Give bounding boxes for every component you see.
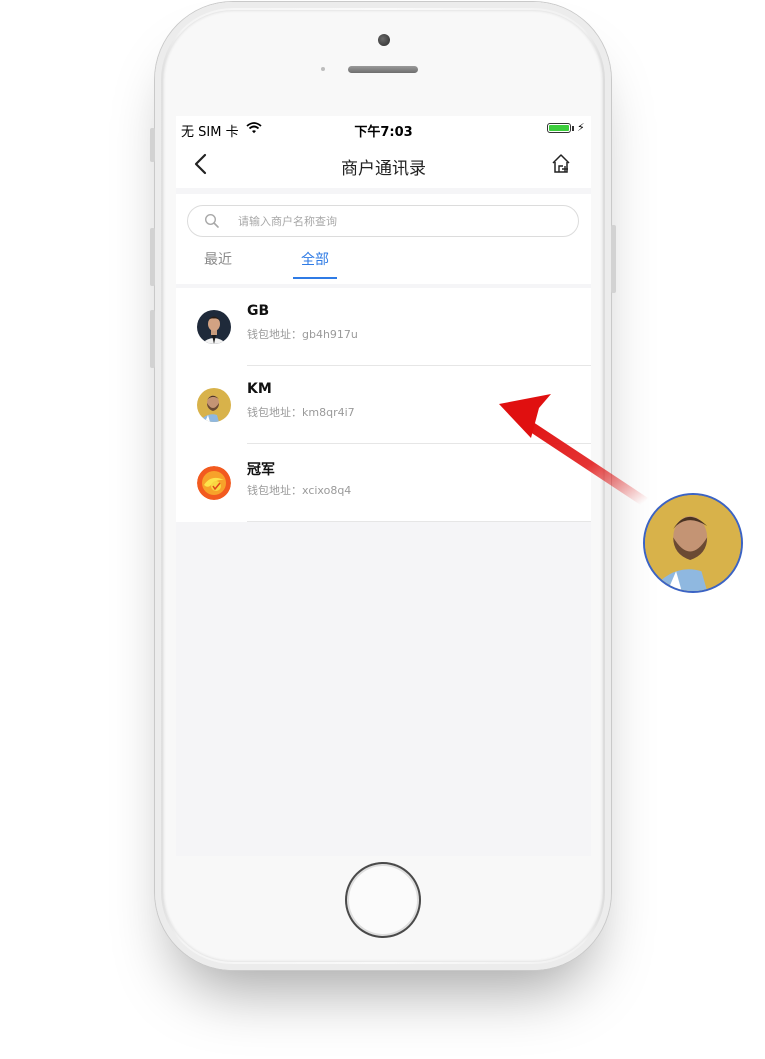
search-box[interactable]: [187, 205, 579, 237]
tab-recent[interactable]: 最近: [204, 249, 232, 269]
list-item[interactable]: GB 钱包地址：gb4h917u: [176, 288, 591, 366]
tab-all[interactable]: 全部: [301, 249, 329, 269]
status-time: 下午7:03: [354, 125, 413, 140]
active-tab-indicator: [293, 277, 337, 279]
contact-address: 钱包地址：km8qr4i7: [247, 406, 355, 419]
earpiece-speaker: [348, 66, 418, 73]
search-input[interactable]: [238, 212, 538, 230]
search-icon: [204, 213, 219, 228]
row-divider: [247, 521, 591, 522]
home-button[interactable]: [345, 862, 421, 938]
contact-name: 冠军: [247, 462, 275, 478]
contact-name: KM: [247, 381, 272, 397]
mute-switch: [150, 128, 155, 162]
home-add-icon[interactable]: [550, 152, 572, 176]
player-dark-jersey-avatar: [197, 310, 231, 344]
contact-name: GB: [247, 303, 270, 319]
proximity-sensor: [321, 67, 325, 71]
volume-up-button: [150, 228, 155, 286]
page-title: 商户通讯录: [341, 159, 426, 179]
orange-swirl-avatar: [197, 466, 231, 500]
annotation-arrow: [499, 394, 648, 507]
power-button: [611, 225, 616, 293]
contact-address: 钱包地址：xcixo8q4: [247, 484, 352, 497]
battery-icon: [547, 123, 571, 133]
volume-down-button: [150, 310, 155, 368]
front-camera: [378, 34, 390, 46]
charging-icon: ⚡: [577, 121, 585, 134]
status-bar: 无 SIM 卡 下午7:03 ⚡: [176, 116, 591, 140]
contact-address: 钱包地址：gb4h917u: [247, 328, 358, 341]
highlighted-avatar: [643, 493, 743, 593]
battery-tip: [572, 126, 574, 131]
search-section: 最近 全部: [176, 194, 591, 284]
player-gold-background-avatar: [197, 388, 231, 422]
nav-bar: 商户通讯录: [176, 140, 591, 188]
